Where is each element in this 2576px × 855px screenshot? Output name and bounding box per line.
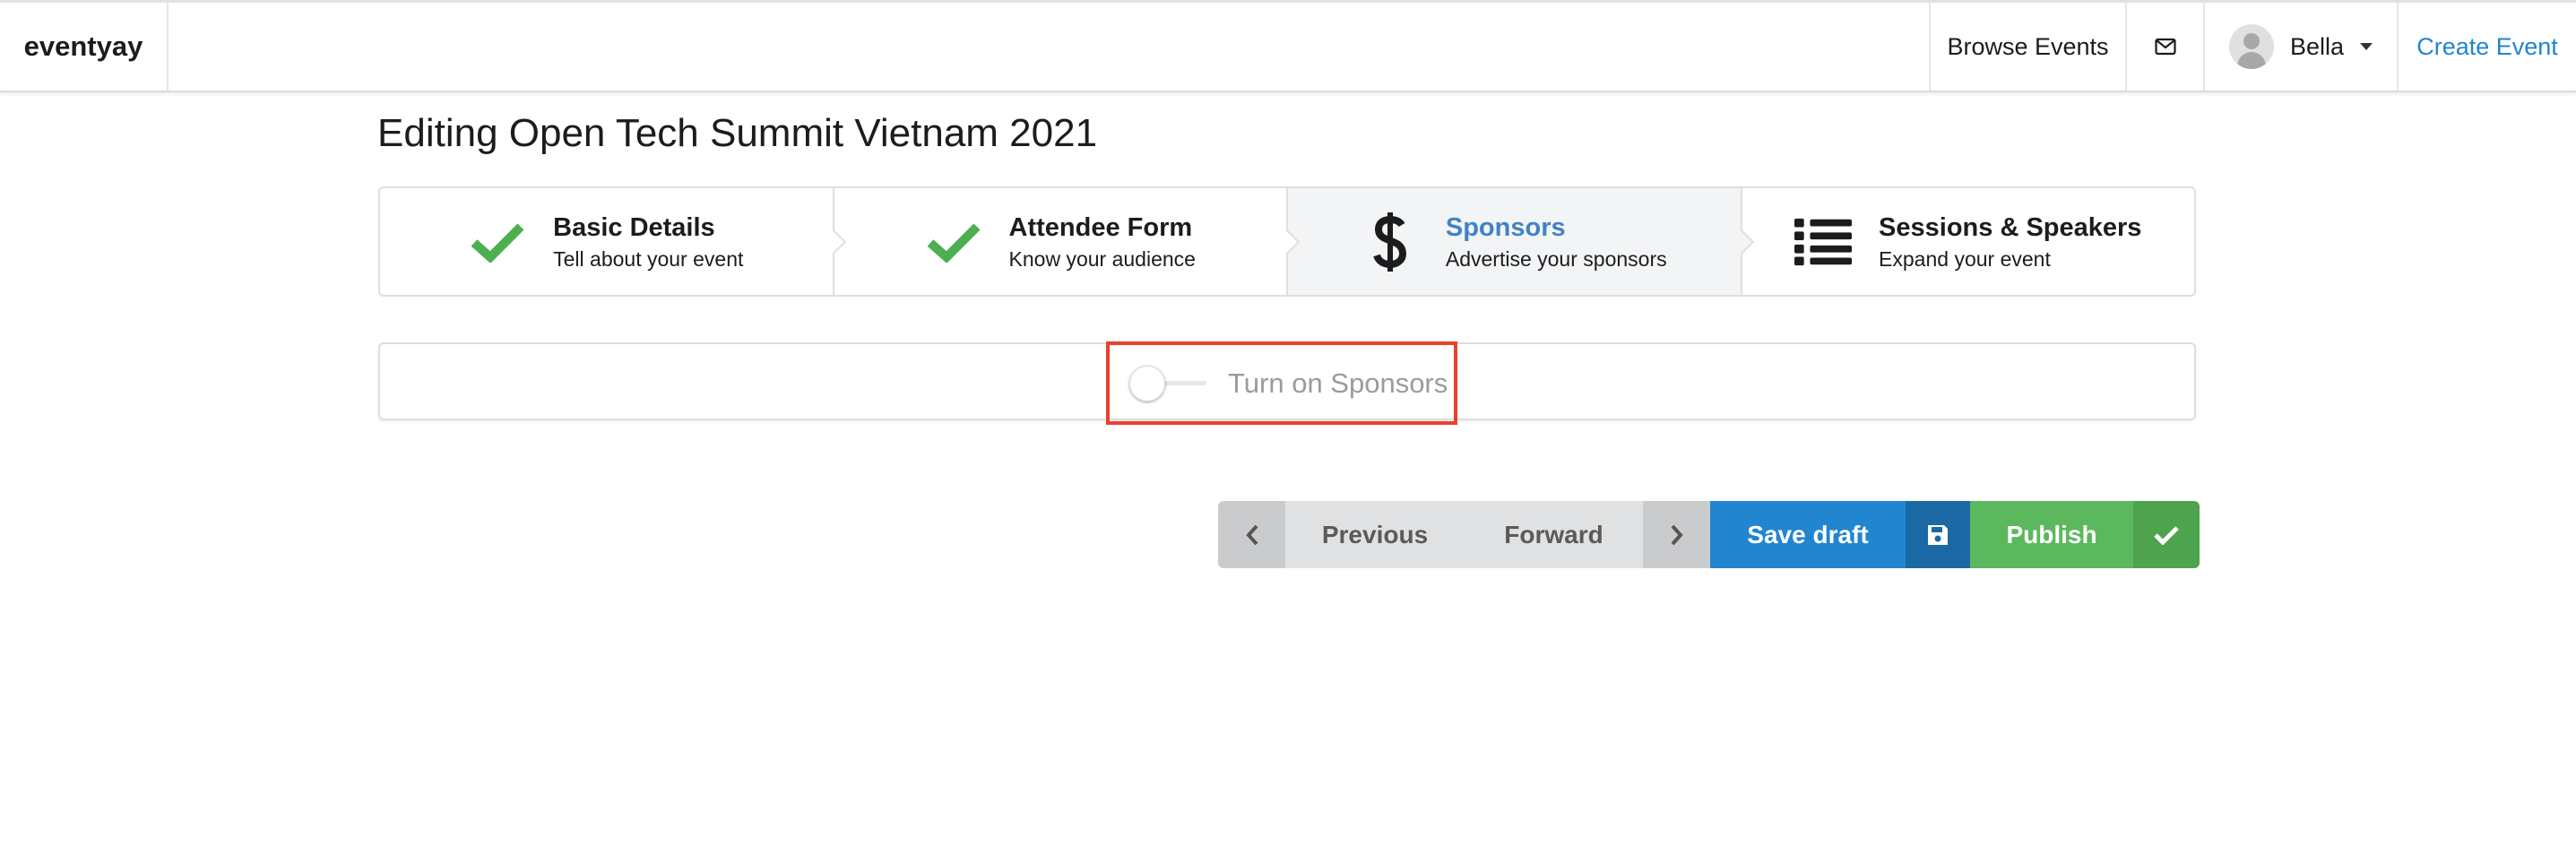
step-basic-details[interactable]: Basic Details Tell about your event (380, 188, 834, 295)
sponsors-toggle[interactable]: Turn on Sponsors (1106, 341, 1457, 425)
avatar (2228, 24, 2274, 69)
step-description: Know your audience (1008, 246, 1196, 271)
step-sponsors[interactable]: Sponsors Advertise your sponsors (1288, 188, 1742, 295)
create-event-link[interactable]: Create Event (2397, 3, 2576, 91)
forward-arrow-button[interactable] (1643, 501, 1710, 568)
user-menu[interactable]: Bella (2203, 3, 2397, 91)
step-title: Attendee Form (1008, 212, 1193, 242)
navbar-right: Browse Events Bella Create Event (1929, 3, 2576, 91)
floppy-disk-icon (1928, 524, 1948, 545)
step-title: Sessions & Speakers (1879, 212, 2142, 242)
top-navbar: eventyay Browse Events Bella Create Even… (0, 0, 2576, 92)
save-icon-button[interactable] (1906, 501, 1970, 568)
caret-down-icon (2360, 43, 2373, 50)
dollar-icon (1361, 212, 1419, 272)
toggle-knob (1129, 365, 1165, 402)
list-icon (1794, 213, 1853, 271)
step-attendee-form[interactable]: Attendee Form Know your audience (834, 188, 1288, 295)
previous-arrow-button[interactable] (1218, 501, 1285, 568)
toggle-switch[interactable] (1129, 365, 1206, 402)
envelope-icon (2154, 38, 2176, 56)
notifications-button[interactable] (2125, 3, 2203, 91)
forward-button[interactable]: Forward (1465, 501, 1643, 568)
step-title: Sponsors (1445, 212, 1566, 242)
step-sessions-speakers[interactable]: Sessions & Speakers Expand your event (1742, 188, 2195, 295)
previous-button[interactable]: Previous (1285, 501, 1465, 568)
check-icon (2154, 525, 2179, 545)
step-title: Basic Details (553, 212, 715, 242)
save-draft-button[interactable]: Save draft (1710, 501, 1906, 568)
publish-check-button[interactable] (2133, 501, 2200, 568)
step-description: Expand your event (1879, 246, 2051, 271)
browse-events-link[interactable]: Browse Events (1929, 3, 2125, 91)
page-title: Editing Open Tech Summit Vietnam 2021 (377, 111, 1098, 155)
check-icon (469, 213, 526, 271)
chevron-right-icon (1671, 524, 1683, 545)
action-buttons: Previous Forward Save draft Publish (1218, 501, 2200, 568)
check-icon (925, 213, 982, 271)
step-description: Tell about your event (553, 246, 744, 271)
brand-logo[interactable]: eventyay (0, 3, 169, 91)
chevron-left-icon (1245, 524, 1258, 545)
user-name: Bella (2289, 32, 2345, 60)
step-description: Advertise your sponsors (1445, 246, 1667, 271)
toggle-label[interactable]: Turn on Sponsors (1228, 367, 1448, 400)
publish-button[interactable]: Publish (1970, 501, 2133, 568)
wizard-steps: Basic Details Tell about your event Atte… (378, 186, 2196, 297)
